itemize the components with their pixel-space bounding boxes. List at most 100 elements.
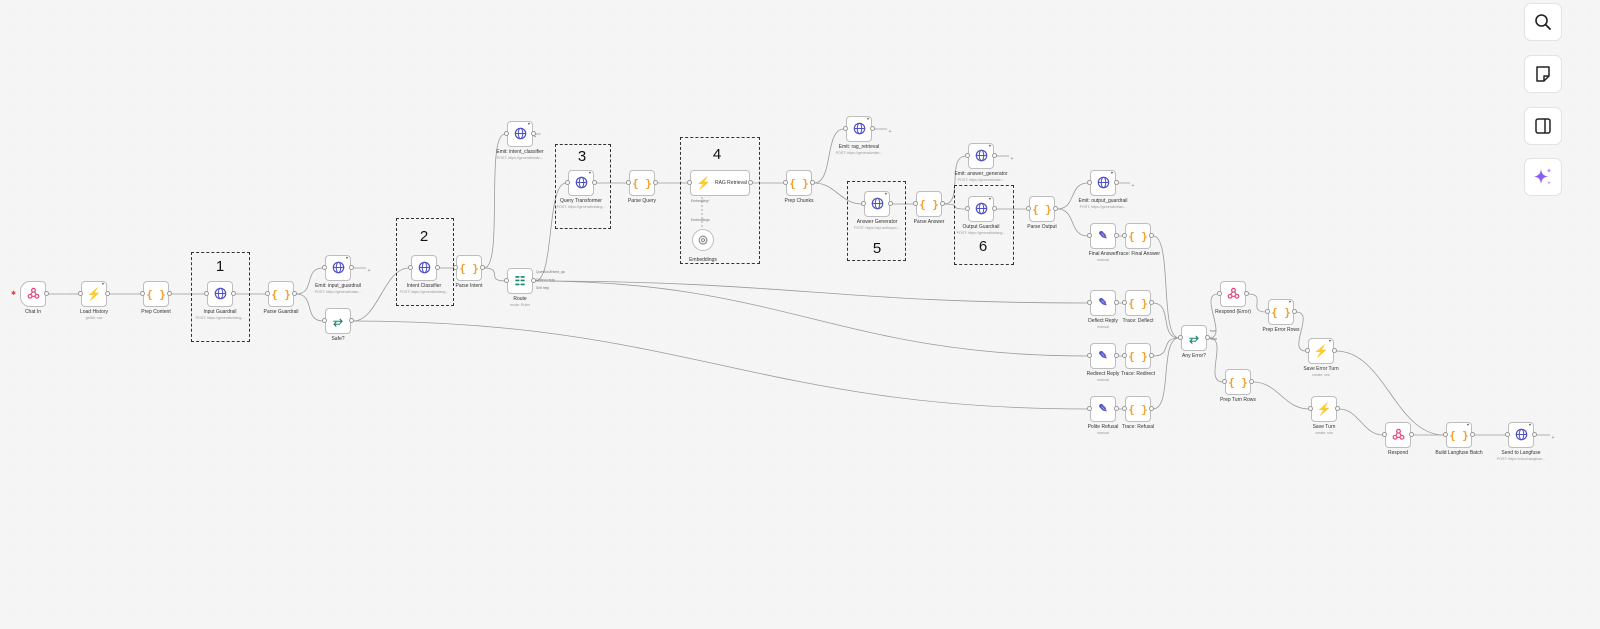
output-port[interactable] bbox=[349, 265, 354, 270]
input-port[interactable] bbox=[783, 180, 788, 185]
node-polite-refusal[interactable]: ✎ bbox=[1090, 396, 1116, 422]
output-port[interactable] bbox=[1114, 300, 1119, 305]
node-parse-intent[interactable]: { } bbox=[456, 255, 482, 281]
input-port[interactable] bbox=[1122, 233, 1127, 238]
edge-parse-intent-to-route[interactable] bbox=[483, 267, 506, 282]
input-port[interactable] bbox=[265, 291, 270, 296]
output-port[interactable] bbox=[653, 180, 658, 185]
output-port[interactable] bbox=[1114, 353, 1119, 358]
node-redirect-reply[interactable]: ✎ bbox=[1090, 343, 1116, 369]
ai-assistant-button[interactable] bbox=[1524, 158, 1562, 196]
output-port[interactable] bbox=[1244, 291, 1249, 296]
input-port[interactable] bbox=[1217, 291, 1222, 296]
output-port[interactable] bbox=[1332, 348, 1337, 353]
input-port[interactable] bbox=[1087, 233, 1092, 238]
node-save-error-turn[interactable]: ⚡ • bbox=[1308, 338, 1334, 364]
output-port[interactable] bbox=[1249, 379, 1254, 384]
input-port[interactable] bbox=[504, 131, 509, 136]
input-port[interactable] bbox=[1505, 432, 1510, 437]
node-prep-chunks[interactable]: { } bbox=[786, 170, 812, 196]
node-respond[interactable] bbox=[1385, 422, 1411, 448]
node-prep-error-rows[interactable]: { } • bbox=[1268, 299, 1294, 325]
output-port[interactable] bbox=[1292, 309, 1297, 314]
input-port[interactable] bbox=[1265, 309, 1270, 314]
input-port[interactable] bbox=[1087, 353, 1092, 358]
node-parse-answer[interactable]: { } bbox=[916, 191, 942, 217]
node-respond-error[interactable] bbox=[1220, 281, 1246, 307]
input-port[interactable] bbox=[1087, 300, 1092, 305]
add-node-plus-icon[interactable]: + bbox=[366, 268, 372, 274]
add-node-plus-icon[interactable]: + bbox=[532, 134, 538, 140]
input-port[interactable] bbox=[1308, 406, 1313, 411]
input-port[interactable] bbox=[1122, 406, 1127, 411]
input-port[interactable] bbox=[322, 265, 327, 270]
input-port[interactable] bbox=[626, 180, 631, 185]
input-port[interactable] bbox=[1122, 300, 1127, 305]
input-port[interactable] bbox=[78, 291, 83, 296]
add-node-plus-icon[interactable]: + bbox=[1130, 183, 1136, 189]
output-port[interactable] bbox=[105, 291, 110, 296]
output-port[interactable] bbox=[1409, 432, 1414, 437]
output-port[interactable] bbox=[1149, 406, 1154, 411]
input-port[interactable] bbox=[1122, 353, 1127, 358]
input-port[interactable] bbox=[1087, 180, 1092, 185]
output-port[interactable] bbox=[349, 318, 354, 323]
output-port[interactable] bbox=[480, 265, 485, 270]
output-port[interactable] bbox=[1149, 300, 1154, 305]
add-node-plus-icon[interactable]: + bbox=[887, 129, 893, 135]
input-port[interactable] bbox=[1305, 348, 1310, 353]
node-parse-query[interactable]: { } bbox=[629, 170, 655, 196]
sticky-note-button[interactable] bbox=[1524, 55, 1562, 93]
output-port[interactable] bbox=[1114, 233, 1119, 238]
search-button[interactable] bbox=[1524, 3, 1562, 41]
input-port[interactable] bbox=[1178, 335, 1183, 340]
output-port[interactable] bbox=[1114, 406, 1119, 411]
output-port[interactable] bbox=[1149, 233, 1154, 238]
node-save-turn[interactable]: ⚡ bbox=[1311, 396, 1337, 422]
node-emit-answer-generator[interactable]: • bbox=[968, 143, 994, 169]
add-node-plus-icon[interactable]: + bbox=[1009, 156, 1015, 162]
edge-prep-turn-rows-to-save-turn[interactable] bbox=[1252, 381, 1310, 410]
input-port[interactable] bbox=[140, 291, 145, 296]
node-prep-content[interactable]: { } bbox=[143, 281, 169, 307]
node-emit-intent-classifier[interactable]: • bbox=[507, 121, 533, 147]
node-prep-turn-rows[interactable]: { } bbox=[1225, 369, 1251, 395]
node-safe[interactable]: ⥂ bbox=[325, 308, 351, 334]
edge-prep-chunks-to-emit-rag-retrieval[interactable] bbox=[813, 128, 845, 184]
edge-parse-output-to-final-answer[interactable] bbox=[1056, 208, 1089, 237]
workflow-canvas[interactable]: Chat In ⚡ • Load History getAll: row{ } Prep … bbox=[0, 0, 1600, 629]
node-chat-in[interactable] bbox=[20, 281, 46, 307]
node-send-to-langfuse[interactable]: • bbox=[1508, 422, 1534, 448]
node-emit-input-guardrail[interactable]: • bbox=[325, 255, 351, 281]
input-port[interactable] bbox=[504, 278, 509, 283]
node-any-error[interactable]: ⥂ bbox=[1181, 325, 1207, 351]
node-trace-redirect[interactable]: { } bbox=[1125, 343, 1151, 369]
node-route[interactable]: ☷ bbox=[507, 268, 533, 294]
panel-toggle-button[interactable] bbox=[1524, 107, 1562, 145]
input-port[interactable] bbox=[1087, 406, 1092, 411]
edge-safe-to-polite-refusal[interactable] bbox=[352, 320, 1089, 410]
node-parse-guardrail[interactable]: { } bbox=[268, 281, 294, 307]
node-emit-output-guardrail[interactable]: • bbox=[1090, 170, 1116, 196]
output-port[interactable] bbox=[1335, 406, 1340, 411]
node-trace-deflect[interactable]: { } bbox=[1125, 290, 1151, 316]
node-build-langfuse-batch[interactable]: { } • bbox=[1446, 422, 1472, 448]
node-trace-refusal[interactable]: { } bbox=[1125, 396, 1151, 422]
add-node-plus-icon[interactable]: + bbox=[1550, 435, 1556, 441]
output-port[interactable] bbox=[992, 153, 997, 158]
node-emit-rag-retrieval[interactable]: • bbox=[846, 116, 872, 142]
input-port[interactable] bbox=[843, 126, 848, 131]
node-final-answer[interactable]: ✎ bbox=[1090, 223, 1116, 249]
node-parse-output[interactable]: { } bbox=[1029, 196, 1055, 222]
output-port[interactable] bbox=[167, 291, 172, 296]
input-port[interactable] bbox=[1443, 432, 1448, 437]
node-load-history[interactable]: ⚡ • bbox=[81, 281, 107, 307]
input-port[interactable] bbox=[965, 153, 970, 158]
input-port[interactable] bbox=[322, 318, 327, 323]
output-port[interactable] bbox=[1532, 432, 1537, 437]
input-port[interactable] bbox=[1222, 379, 1227, 384]
output-port[interactable] bbox=[810, 180, 815, 185]
output-port[interactable] bbox=[940, 201, 945, 206]
input-port[interactable] bbox=[913, 201, 918, 206]
edge-any-error-to-prep-turn-rows[interactable] bbox=[1208, 337, 1224, 383]
